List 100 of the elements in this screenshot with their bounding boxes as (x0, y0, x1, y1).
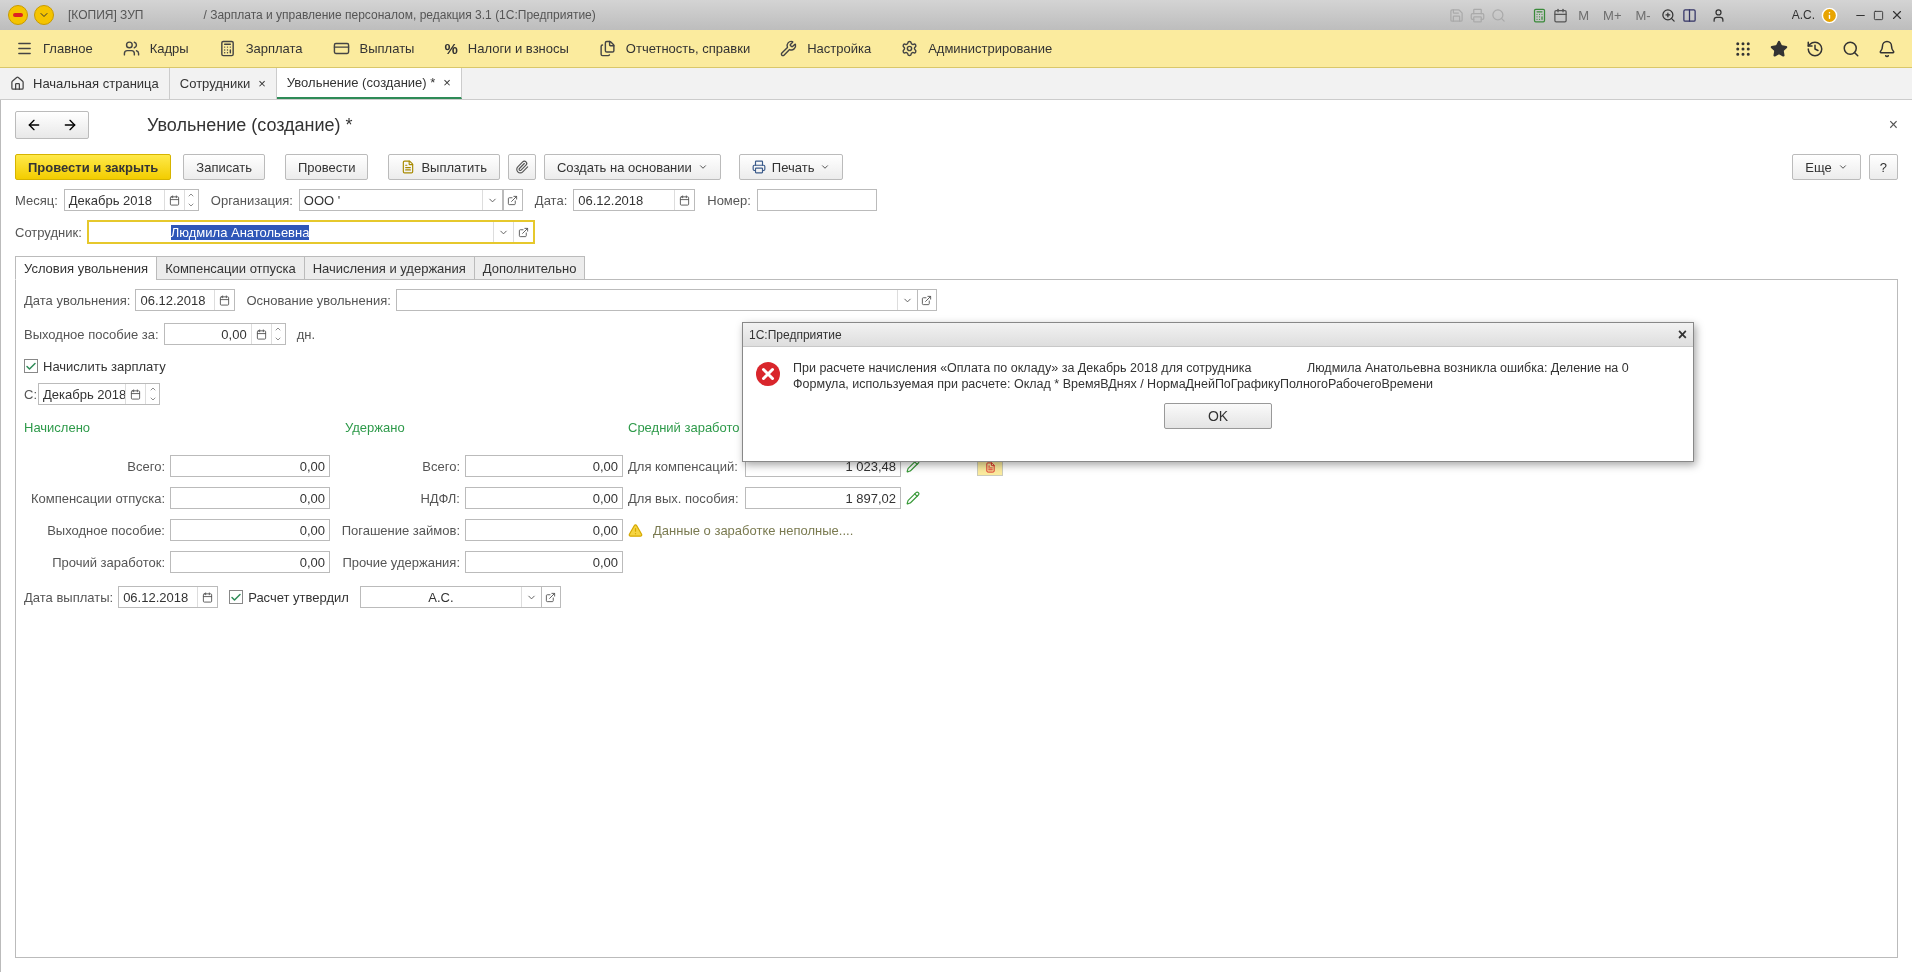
user-icon (1710, 7, 1726, 23)
settings-icon (901, 40, 919, 57)
nav-item[interactable]: Главное (16, 40, 93, 57)
form-title: Увольнение (создание) * (147, 114, 353, 136)
zoom-icon[interactable] (1660, 7, 1676, 23)
arrow-left-icon (26, 117, 42, 133)
field-label: Компенсации отпуска: (29, 490, 165, 506)
checkbox[interactable] (24, 359, 38, 373)
month-field[interactable]: Декабрь 2018 (63, 189, 199, 211)
field-label: Для вых. пособия: (628, 490, 740, 506)
warning-text: Данные о заработке неполные.... (653, 522, 854, 538)
nav-item[interactable]: Администрирование (901, 40, 1053, 57)
form-tab[interactable]: Условия увольнения (15, 256, 158, 280)
star-icon[interactable] (1770, 39, 1788, 58)
nav-item[interactable]: Настройка (780, 40, 872, 57)
month-field[interactable]: Декабрь 2018 (38, 383, 160, 405)
nav-item[interactable]: Кадры (122, 40, 189, 57)
form-tab[interactable]: Компенсации отпуска (156, 256, 305, 280)
page-tab[interactable]: Начальная страница (0, 68, 170, 99)
nav-item[interactable]: Отчетность, справки (598, 40, 751, 57)
approver-field[interactable]: А.С. (359, 586, 542, 608)
nav-item[interactable]: % Налоги и взносы (444, 40, 569, 57)
amount-field[interactable]: 1 897,02 (745, 487, 901, 509)
amount-field[interactable]: 0,00 (465, 487, 623, 509)
amount-field[interactable]: 0,00 (465, 455, 623, 477)
bell-icon[interactable] (1878, 39, 1896, 58)
field-label: Месяц: (15, 192, 58, 208)
field-label: Всего: (421, 458, 460, 474)
nav-item[interactable]: Выплаты (332, 40, 415, 57)
attach-button[interactable] (507, 154, 536, 180)
field-label: Номер: (707, 192, 751, 208)
create-based-button[interactable]: Создать на основании (543, 154, 721, 180)
date-field[interactable]: 06.12.2018 (135, 289, 236, 311)
unit-label: дн. (296, 326, 316, 342)
days-field[interactable]: 0,00 (163, 323, 286, 345)
close-tab-icon[interactable]: × (443, 75, 451, 90)
print-button[interactable]: Печать (738, 154, 844, 180)
window-subtitle: / Зарплата и управление персоналом, редакция 3.1 (1С:Предприятие) (203, 8, 596, 22)
post-close-button[interactable]: Провести и закрыть (15, 154, 172, 180)
amount-field[interactable]: 0,00 (170, 487, 330, 509)
pencil-icon[interactable] (906, 459, 920, 473)
ok-button[interactable]: OK (1164, 403, 1272, 429)
date-field[interactable]: 06.12.2018 (573, 189, 696, 211)
toolbar-button[interactable]: Провести (284, 154, 369, 180)
restore-icon[interactable] (1873, 9, 1884, 21)
basis-field[interactable] (395, 289, 918, 311)
menu-icon[interactable] (34, 5, 54, 25)
pay-button[interactable]: Выплатить (388, 154, 500, 180)
field-label: Прочий заработок: (51, 554, 165, 570)
date-field[interactable]: 06.12.2018 (118, 586, 219, 608)
checkbox[interactable] (229, 590, 244, 604)
close-icon[interactable] (1890, 8, 1904, 22)
user-name[interactable]: А.С. (1791, 8, 1815, 22)
panels-icon[interactable] (1681, 7, 1697, 23)
error-message: При расчете начисления «Оплата по окладу» за Декабрь 2018 для сотрудника Людмила Анатольевна возникла ошибка: Деление на 0 (793, 361, 1629, 375)
form-tab[interactable]: Дополнительно (473, 256, 586, 280)
amount-field[interactable]: 0,00 (465, 551, 623, 573)
close-tab-icon[interactable]: × (258, 76, 266, 91)
field-label: Дата выплаты: (24, 589, 114, 605)
documents-icon (598, 40, 616, 57)
percent-icon: % (444, 40, 458, 57)
employee-field[interactable]: Людмила Анатольевна (87, 221, 534, 243)
page-tab[interactable]: Сотрудники × (169, 68, 277, 99)
history-icon[interactable] (1806, 39, 1824, 58)
window-title: [КОПИЯ] ЗУП (68, 8, 144, 22)
calculator-icon (218, 40, 236, 57)
pencil-icon[interactable] (906, 491, 920, 505)
organization-field[interactable]: ООО ' (298, 189, 503, 211)
toolbar-button[interactable]: Записать (183, 154, 265, 180)
warning-icon (628, 522, 643, 538)
section-heading: Средний заработо (628, 420, 740, 435)
search-icon[interactable] (1842, 39, 1860, 58)
field-label: Для компенсаций: (628, 458, 739, 474)
open-icon[interactable] (502, 189, 523, 211)
amount-field[interactable]: 0,00 (170, 455, 330, 477)
open-icon[interactable] (916, 289, 937, 311)
people-icon (122, 40, 140, 57)
calculator-icon[interactable] (1532, 7, 1548, 23)
field-label: Прочие удержания: (341, 554, 460, 570)
field-label: С: (24, 386, 37, 402)
more-button[interactable]: Еще (1792, 154, 1861, 180)
caret-icon (1837, 162, 1848, 172)
amount-field[interactable]: 0,00 (170, 519, 330, 541)
close-icon[interactable]: × (1677, 325, 1687, 344)
error-icon (755, 361, 781, 387)
field-label: Основание увольнения: (246, 292, 391, 308)
field-label: НДФЛ: (419, 490, 460, 506)
amount-field[interactable]: 0,00 (465, 519, 623, 541)
open-icon[interactable] (540, 586, 561, 608)
calendar-icon[interactable] (1553, 7, 1569, 23)
amount-field[interactable]: 0,00 (170, 551, 330, 573)
close-icon[interactable]: × (1888, 116, 1898, 134)
apps-icon[interactable] (1734, 39, 1752, 58)
number-field[interactable] (756, 189, 877, 211)
page-tab[interactable]: Увольнение (создание) * × (276, 68, 462, 99)
nav-item[interactable]: Зарплата (218, 40, 303, 57)
arrow-right-icon (62, 117, 78, 133)
document-icon (401, 160, 416, 174)
form-tab[interactable]: Начисления и удержания (303, 256, 475, 280)
help-button[interactable]: ? (1868, 154, 1898, 180)
